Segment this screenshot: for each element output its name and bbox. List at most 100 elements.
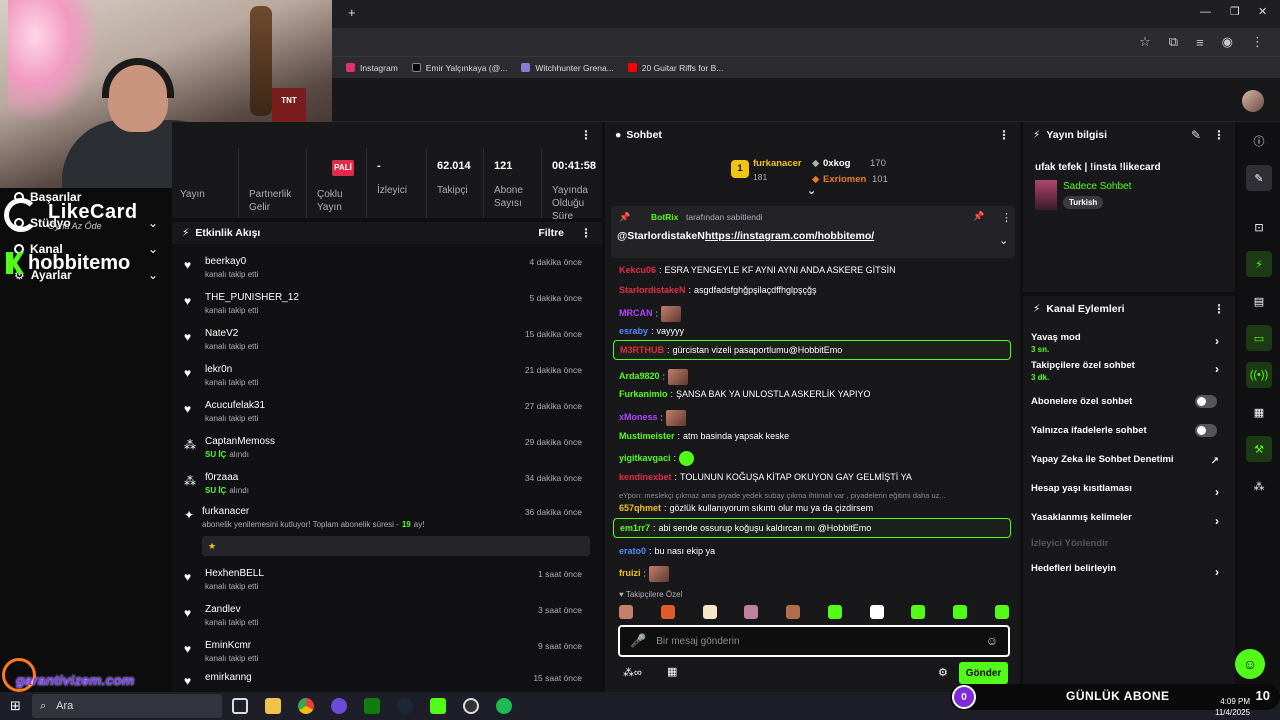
edit-icon[interactable]: ✎	[1191, 128, 1201, 142]
chevron-right-icon[interactable]: ›	[1215, 334, 1219, 348]
chat-icon[interactable]: ▭	[1246, 325, 1272, 351]
emote-icon[interactable]	[911, 605, 926, 619]
profile-icon[interactable]: ◉	[1222, 34, 1233, 50]
toggle-switch[interactable]	[1195, 424, 1217, 437]
emote-icon[interactable]	[953, 605, 968, 619]
shop-icon[interactable]: ▦	[667, 665, 677, 678]
chat-input[interactable]: 🎤 Bir mesaj gönderin ☺	[618, 625, 1010, 657]
maximize-icon[interactable]: ❐	[1230, 5, 1240, 18]
points-icon[interactable]: ⁂	[1246, 473, 1272, 499]
activity-name[interactable]: HexhenBELL	[205, 568, 264, 579]
activity-name[interactable]: emirkanng	[205, 672, 252, 683]
channel-action-item[interactable]: Yalnızca ifadelerle sohbet	[1031, 424, 1227, 437]
chevron-down-icon[interactable]: ⌄	[999, 234, 1008, 247]
avatar[interactable]	[1242, 90, 1264, 112]
activity-name[interactable]: Acucufelak31	[205, 400, 265, 411]
steam-icon[interactable]	[397, 698, 413, 714]
kebab-icon[interactable]: ⋮	[580, 128, 592, 142]
chat-username[interactable]: esraby	[619, 326, 648, 336]
channel-action-item[interactable]: Yavaş mod 3 sn. ›	[1031, 332, 1227, 354]
chevron-right-icon[interactable]: ›	[1215, 565, 1219, 579]
activity-name[interactable]: f0rzaaa	[205, 472, 238, 483]
channel-action-item[interactable]: Abonelere özel sohbet	[1031, 395, 1227, 408]
kebab-icon[interactable]: ⋮	[1213, 128, 1225, 142]
activity-name[interactable]: EminKcmr	[205, 640, 251, 651]
chat-username[interactable]: Mustimeister	[619, 431, 675, 441]
send-button[interactable]: Gönder	[959, 662, 1008, 684]
info-icon[interactable]: ⓘ	[1246, 128, 1272, 154]
bookmark-x[interactable]: Emir Yalçınkaya (@...	[411, 63, 507, 73]
activity-name[interactable]: NateV2	[205, 328, 238, 339]
emote-icon[interactable]	[869, 605, 884, 619]
file-explorer-icon[interactable]	[265, 698, 281, 714]
chat-username[interactable]: 657qhmet	[619, 503, 661, 513]
obs-icon[interactable]	[463, 698, 479, 714]
emote-icon[interactable]	[660, 605, 675, 619]
chat-username[interactable]: fruizi	[619, 568, 641, 578]
channel-action-item[interactable]: Hedefleri belirleyin ›	[1031, 563, 1227, 579]
chat-username[interactable]: M3RTHUB	[620, 345, 664, 355]
minimize-icon[interactable]: —	[1200, 6, 1211, 18]
document-icon[interactable]: ▤	[1246, 288, 1272, 314]
kebab-icon[interactable]: ⋮	[1001, 211, 1012, 224]
star-icon[interactable]: ☆	[1139, 34, 1151, 50]
unpin-icon[interactable]: 📌	[973, 211, 984, 222]
chat-username[interactable]: StarlordistakeN	[619, 285, 686, 295]
chevron-down-icon[interactable]: ⌄	[807, 184, 816, 197]
new-tab-button[interactable]: +	[348, 5, 356, 20]
activity-name[interactable]: furkanacer	[202, 506, 249, 517]
close-icon[interactable]: ✕	[1258, 5, 1267, 18]
activity-name[interactable]: Zandlev	[205, 604, 241, 615]
emote-icon[interactable]	[827, 605, 842, 619]
emote-icon[interactable]	[786, 605, 801, 619]
points-icon[interactable]: ⁂∞	[623, 666, 642, 679]
wrench-icon[interactable]: ⚒	[1246, 436, 1272, 462]
chat-username[interactable]: Kekcu06	[619, 265, 656, 275]
kebab-icon[interactable]: ⋮	[580, 226, 592, 240]
extensions-icon[interactable]: ⧉	[1169, 34, 1178, 50]
channel-action-item[interactable]: Hesap yaşı kısıtlaması ›	[1031, 483, 1227, 499]
channel-action-item[interactable]: Takipçilere özel sohbet 3 dk. ›	[1031, 360, 1227, 382]
spotify-icon[interactable]	[496, 698, 512, 714]
windows-icon[interactable]: ⊞	[10, 698, 21, 714]
help-icon[interactable]: ☺	[1235, 649, 1265, 679]
app-icon[interactable]	[331, 698, 347, 714]
chat-username[interactable]: yigitkavgaci	[619, 453, 671, 463]
kick-icon[interactable]	[430, 698, 446, 714]
chat-username[interactable]: MRCAN	[619, 308, 653, 318]
task-view-icon[interactable]	[232, 698, 248, 714]
edit-icon[interactable]: ✎	[1246, 165, 1272, 191]
emoji-icon[interactable]: ☺	[986, 634, 998, 648]
kebab-icon[interactable]: ⋮	[998, 128, 1010, 142]
emote-icon[interactable]	[994, 605, 1009, 619]
activity-name[interactable]: beerkay0	[205, 256, 246, 267]
channel-action-item[interactable]: Yapay Zeka ile Sohbet Denetimi ↗	[1031, 454, 1227, 467]
emote-icon[interactable]	[744, 605, 759, 619]
emote-icon[interactable]	[702, 605, 717, 619]
chat-username[interactable]: Furkanimio	[619, 389, 668, 399]
gear-icon[interactable]: ⚙	[938, 666, 948, 679]
taskbar-search[interactable]: ⌕ Ara	[32, 694, 222, 718]
media-icon[interactable]: ≡	[1196, 35, 1204, 50]
stack-icon[interactable]: ▦	[1246, 399, 1272, 425]
toggle-switch[interactable]	[1195, 395, 1217, 408]
external-link-icon[interactable]: ↗	[1211, 456, 1219, 467]
category-name[interactable]: Sadece Sohbet	[1063, 181, 1131, 192]
bookmark-youtube[interactable]: 20 Guitar Riffs for B...	[627, 63, 723, 73]
activity-name[interactable]: lekr0n	[205, 364, 232, 375]
chat-username[interactable]: Arda9820	[619, 371, 660, 381]
broadcast-icon[interactable]: ((•))	[1246, 362, 1272, 388]
lightning-icon[interactable]: ⚡	[1246, 251, 1272, 277]
xbox-icon[interactable]	[364, 698, 380, 714]
chevron-right-icon[interactable]: ›	[1215, 514, 1219, 528]
bookmark-instagram[interactable]: Instagram	[346, 63, 398, 73]
chevron-right-icon[interactable]: ›	[1215, 485, 1219, 499]
menu-icon[interactable]: ⋮	[1251, 34, 1264, 50]
chevron-right-icon[interactable]: ›	[1215, 362, 1219, 376]
kebab-icon[interactable]: ⋮	[1213, 302, 1225, 316]
chat-username[interactable]: kendinexbet	[619, 472, 672, 482]
capture-icon[interactable]: ⊡	[1246, 214, 1272, 240]
pinned-link[interactable]: https://instagram.com/hobbitemo/	[705, 230, 874, 242]
activity-name[interactable]: CaptanMemoss	[205, 436, 275, 447]
emote-icon[interactable]	[619, 605, 633, 619]
